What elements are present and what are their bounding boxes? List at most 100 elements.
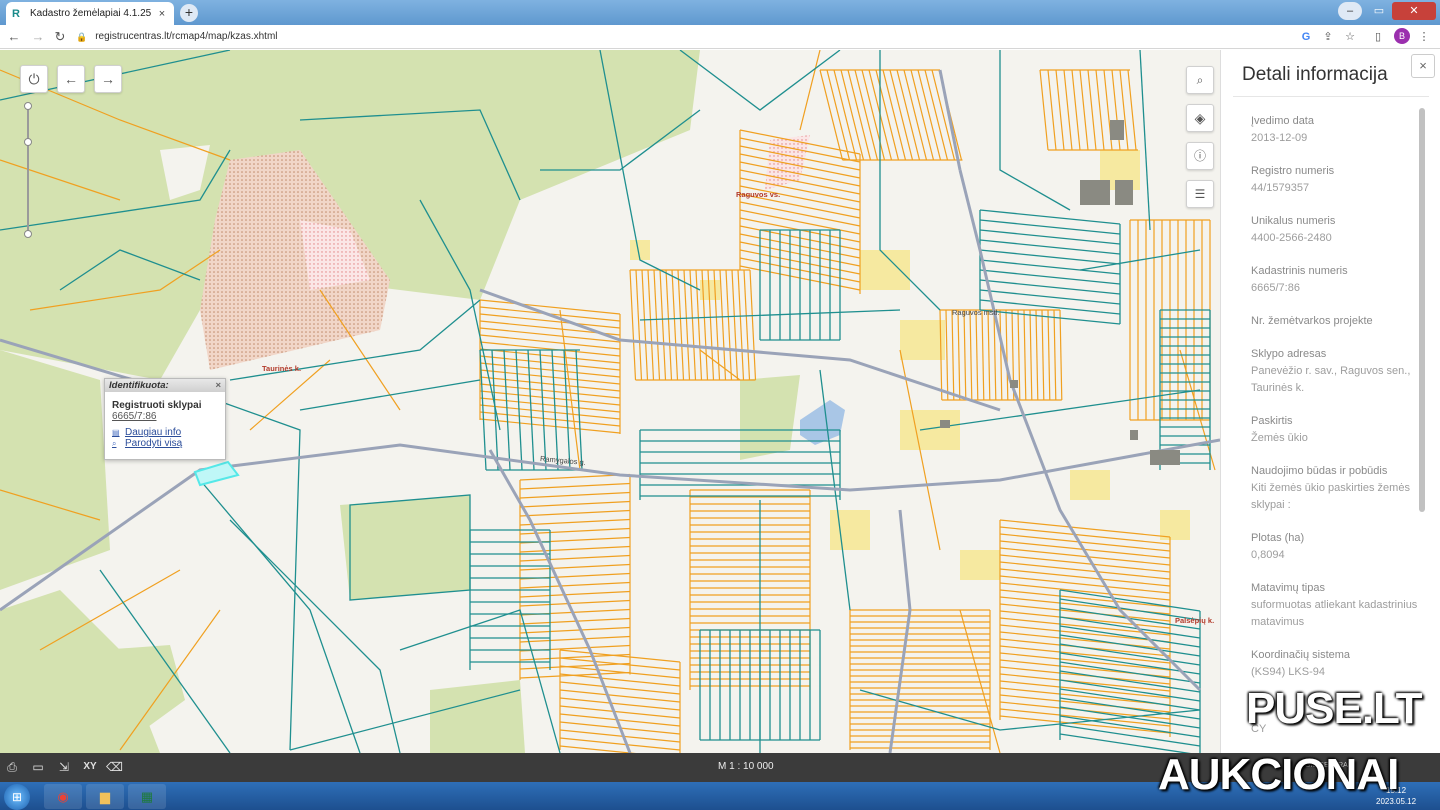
parcel-boundary — [840, 69, 865, 161]
parcel-boundary — [999, 533, 1171, 552]
parcel-boundary — [1059, 679, 1201, 702]
document-icon: ▤ — [112, 428, 120, 437]
explorer-taskbar-icon[interactable]: ▆ — [86, 784, 124, 809]
info-button[interactable]: ⓘ — [1186, 142, 1214, 170]
parcel-boundary — [519, 491, 631, 499]
bookmark-star-icon[interactable]: ☆ — [1342, 29, 1358, 45]
parcel-boundary — [479, 369, 621, 385]
zoom-handle[interactable] — [24, 138, 32, 146]
eraser-icon[interactable]: ⌫ — [106, 759, 123, 775]
reload-icon[interactable]: ↻ — [52, 29, 68, 45]
field-label: Įvedimo data — [1251, 115, 1314, 127]
parcel-boundary — [479, 349, 487, 471]
parcel-boundary — [479, 348, 621, 364]
parcel-boundary — [999, 694, 1171, 713]
window-maximize-button[interactable]: ▭ — [1368, 2, 1390, 20]
zoom-slider[interactable] — [24, 102, 32, 238]
parcel-boundary — [1047, 309, 1051, 401]
new-tab-button[interactable]: + — [180, 4, 198, 22]
screen: R Kadastro žemėlapiai 4.1.25 × + – ▭ ✕ ←… — [0, 0, 1440, 810]
parcel-boundary — [999, 309, 1003, 401]
parcel-boundary — [479, 355, 621, 371]
xy-coordinates-icon[interactable]: XY — [82, 759, 98, 775]
popup-plot-id[interactable]: 6665/7:86 — [105, 411, 225, 422]
parcel-boundary — [999, 673, 1171, 692]
parcel-boundary — [957, 309, 961, 401]
windows-start-button[interactable]: ⊞ — [4, 784, 30, 810]
export-icon[interactable]: ⇲ — [56, 759, 72, 775]
cadastral-map[interactable]: Raguvos vs. Taurinės k. Palsėpių k. Ramy… — [0, 50, 1220, 753]
layers-button[interactable]: ◈ — [1186, 104, 1214, 132]
power-button[interactable]: ⏻ — [20, 65, 48, 93]
parcel-boundary — [999, 561, 1171, 580]
map-search-button[interactable]: ⌕ — [1186, 66, 1214, 94]
ruler-icon[interactable]: ▭ — [30, 759, 46, 775]
back-arrow-icon[interactable]: ← — [6, 29, 22, 45]
field-value: Žemės ūkio — [1251, 432, 1308, 444]
browser-tabstrip: R Kadastro žemėlapiai 4.1.25 × + – ▭ ✕ — [0, 0, 1440, 25]
parcel-boundary — [1047, 69, 1057, 151]
parcel-boundary — [519, 545, 631, 553]
parcel-boundary — [479, 327, 621, 343]
popup-close-icon[interactable]: × — [215, 379, 221, 392]
zoom-bottom-knob[interactable] — [24, 230, 32, 238]
parcel-boundary — [491, 349, 499, 471]
field-entry-date: Įvedimo data 2013-12-09 — [1251, 113, 1429, 147]
parcel-boundary — [833, 69, 858, 161]
more-info-link[interactable]: ▤ Daugiau info — [105, 427, 225, 438]
panel-fields[interactable]: Įvedimo data 2013-12-09 Registro numeris… — [1233, 96, 1429, 746]
parcel-boundary — [999, 687, 1171, 706]
parcel-boundary — [559, 309, 581, 471]
field-cadastral-number: Kadastrinis numeris 6665/7:86 — [1251, 263, 1429, 297]
buildings — [940, 120, 1180, 465]
parcel-boundary — [826, 69, 851, 161]
map-scale: M 1 : 10 000 — [718, 761, 774, 772]
field-usage: Naudojimo būdas ir pobūdis Kiti žemės ūk… — [1251, 463, 1429, 514]
side-panel-icon[interactable]: ▯ — [1370, 29, 1386, 45]
window-minimize-button[interactable]: – — [1338, 2, 1362, 20]
panel-close-button[interactable]: × — [1411, 54, 1435, 78]
profile-avatar[interactable]: B — [1394, 28, 1410, 44]
url-field[interactable]: 🔒 registrucentras.lt/rcmap4/map/kzas.xht… — [76, 28, 1286, 46]
legend-button[interactable]: ☰ — [1186, 180, 1214, 208]
parcel-boundary — [1079, 249, 1201, 271]
selected-plot[interactable] — [193, 460, 240, 487]
parcel-boundary — [199, 479, 361, 753]
parcel-boundary — [999, 715, 1171, 734]
zoom-top-knob[interactable] — [24, 102, 32, 110]
panel-scrollbar[interactable] — [1419, 108, 1425, 512]
parcel-boundary — [999, 575, 1171, 594]
print-icon[interactable]: ⎙ — [4, 759, 20, 775]
parcel-boundary — [896, 69, 921, 161]
parcel-boundary — [659, 269, 667, 381]
browser-tab[interactable]: R Kadastro žemėlapiai 4.1.25 × — [6, 2, 174, 25]
parcel-boundary — [1059, 589, 1201, 612]
google-translate-icon[interactable]: G — [1298, 29, 1314, 45]
map-forward-button[interactable]: → — [94, 65, 122, 93]
parcel-boundary — [987, 309, 991, 401]
field-purpose: Paskirtis Žemės ūkio — [1251, 413, 1429, 447]
parcel-boundary — [1059, 688, 1201, 711]
window-close-button[interactable]: ✕ — [1392, 2, 1436, 20]
show-all-link[interactable]: ⌕ Parodyti visą — [105, 438, 225, 449]
field-value: (KS94) LKS-94 — [1251, 666, 1325, 678]
field-project-number: Nr. žemėtvarkos projekte — [1251, 313, 1429, 330]
chrome-taskbar-icon[interactable]: ◉ — [44, 784, 82, 809]
forward-arrow-icon[interactable]: → — [30, 29, 46, 45]
parcel-boundary — [519, 518, 631, 526]
parcel-boundary — [629, 269, 637, 381]
parcel-boundary — [981, 309, 985, 401]
share-icon[interactable]: ⇪ — [1320, 29, 1336, 45]
parcel-boundary — [999, 610, 1171, 629]
map-back-button[interactable]: ← — [57, 65, 85, 93]
parcel-boundary — [677, 269, 685, 381]
parcel-boundary — [641, 269, 649, 381]
parcel-boundary — [519, 509, 631, 517]
parcel-boundary — [1063, 69, 1073, 151]
parcel-boundary — [503, 349, 511, 471]
parcel-boundary — [519, 563, 631, 571]
browser-menu-icon[interactable]: ⋮ — [1416, 29, 1432, 45]
excel-taskbar-icon[interactable]: ▦ — [128, 784, 166, 809]
parcel-boundary — [910, 69, 935, 161]
tab-close-icon[interactable]: × — [156, 8, 168, 20]
